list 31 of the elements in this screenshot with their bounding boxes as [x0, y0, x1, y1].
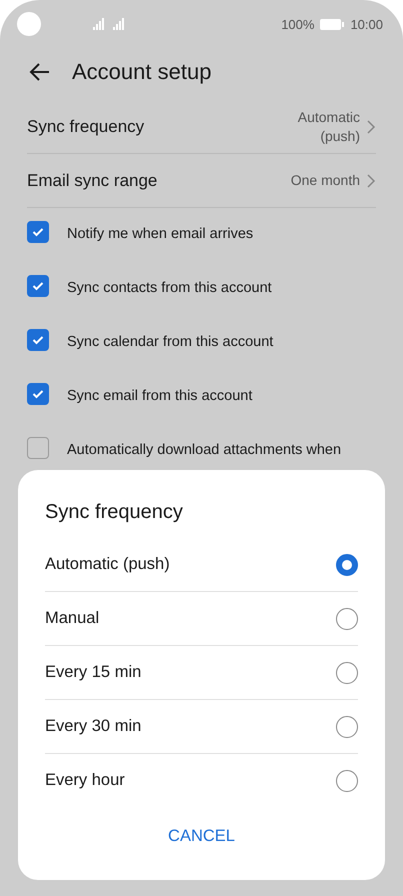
checkbox-label: Notify me when email arrives	[67, 225, 254, 244]
option-label: Automatic (push)	[45, 555, 171, 574]
checkbox[interactable]	[27, 383, 49, 405]
checkbox[interactable]	[27, 437, 49, 459]
option-label: Every hour	[45, 771, 126, 790]
radio-button[interactable]	[336, 662, 358, 684]
page-title: Account setup	[72, 59, 212, 85]
option-label: Every 15 min	[45, 663, 142, 682]
radio-button[interactable]	[336, 716, 358, 738]
radio-button[interactable]	[336, 554, 358, 576]
cancel-button[interactable]: CANCEL	[156, 821, 247, 852]
checkbox-label: Sync calendar from this account	[67, 333, 274, 352]
checkbox-label: Sync email from this account	[67, 387, 252, 406]
checkbox[interactable]	[27, 275, 49, 297]
battery-icon	[320, 18, 344, 30]
checkbox[interactable]	[27, 221, 49, 243]
checkbox-label: Sync contacts from this account	[67, 279, 272, 298]
chevron-icon	[366, 118, 376, 134]
setting-row[interactable]: Email sync range One month	[27, 154, 376, 208]
camera-icon	[17, 12, 41, 36]
option-label: Manual	[45, 609, 100, 628]
dialog-title: Sync frequency	[45, 500, 184, 524]
checkbox[interactable]	[27, 329, 49, 351]
battery-percent: 100%	[281, 16, 314, 32]
chevron-icon	[366, 172, 376, 188]
option-label: Every 30 min	[45, 717, 142, 736]
radio-button[interactable]	[336, 608, 358, 630]
setting-row[interactable]: Sync frequency Automatic (push)	[27, 100, 376, 154]
clock: 10:00	[350, 16, 383, 32]
checkbox-label: Automatically download attachments when	[67, 441, 342, 460]
radio-button[interactable]	[336, 770, 358, 792]
